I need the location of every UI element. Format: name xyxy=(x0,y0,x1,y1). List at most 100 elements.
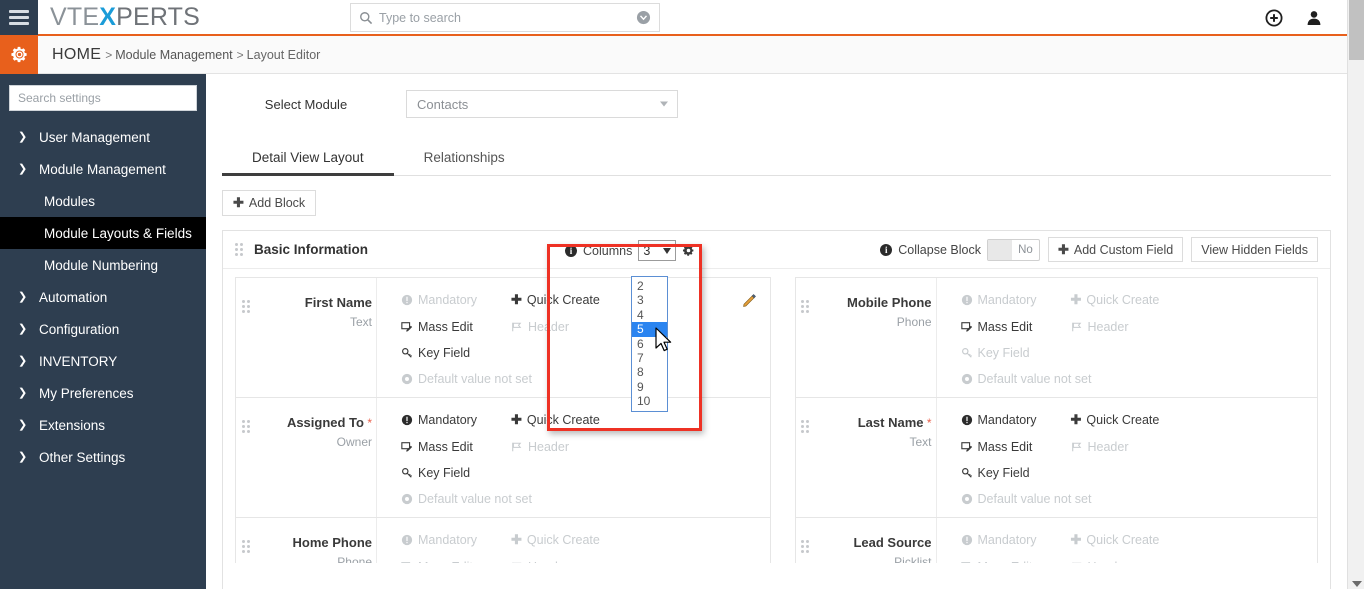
scroll-down-arrow-icon[interactable] xyxy=(1352,581,1362,587)
breadcrumb-home[interactable]: HOME xyxy=(52,46,101,64)
option-quick-create[interactable]: ✚ Quick Create xyxy=(511,412,770,428)
option-label: Default value not set xyxy=(977,372,1092,386)
sidebar-item-module-numbering[interactable]: Module Numbering xyxy=(0,249,206,281)
option-label: Key Field xyxy=(418,346,471,360)
field-drag-handle[interactable] xyxy=(236,278,266,397)
option-header[interactable]: Header xyxy=(511,560,770,563)
option-label: Mandatory xyxy=(418,293,478,307)
field-cell: Assigned To * Owner Mandatory ✚ Quick Cr… xyxy=(235,397,777,517)
global-search[interactable] xyxy=(350,3,660,32)
field-row-first-name: First Name Text Mandatory ✚ Quick Create xyxy=(235,277,771,397)
option-quick-create[interactable]: ✚ Quick Create xyxy=(1071,412,1318,428)
search-input[interactable] xyxy=(379,10,636,25)
chevron-right-icon: ❯ xyxy=(18,418,28,431)
columns-option-8[interactable]: 8 xyxy=(632,365,667,379)
option-default-value[interactable]: Default value not set xyxy=(401,372,770,386)
option-quick-create[interactable]: ✚ Quick Create xyxy=(1071,532,1318,548)
option-mandatory[interactable]: Mandatory xyxy=(961,412,1071,428)
columns-option-2[interactable]: 2 xyxy=(632,279,667,293)
option-quick-create[interactable]: ✚ Quick Create xyxy=(1071,292,1318,308)
option-default-value[interactable]: Default value not set xyxy=(961,372,1318,386)
columns-option-5[interactable]: 5 xyxy=(632,322,667,337)
settings-button[interactable] xyxy=(0,35,38,74)
option-mass-edit[interactable]: Mass Edit xyxy=(401,560,511,563)
columns-dropdown-list[interactable]: 2 3 4 5 6 7 8 9 10 xyxy=(631,276,668,412)
option-key-field[interactable]: Key Field xyxy=(961,346,1318,360)
tab-label: Relationships xyxy=(423,150,505,165)
field-drag-handle[interactable] xyxy=(796,398,826,517)
breadcrumb-separator: > xyxy=(236,47,244,62)
drag-handle-icon xyxy=(241,420,251,433)
sidebar-search-input[interactable] xyxy=(9,85,197,111)
field-drag-handle[interactable] xyxy=(796,278,826,397)
search-dropdown-icon[interactable] xyxy=(636,10,651,25)
field-drag-handle[interactable] xyxy=(236,518,266,563)
scrollbar-thumb[interactable] xyxy=(1349,0,1364,60)
sidebar-item-extensions[interactable]: ❯ Extensions xyxy=(0,409,206,441)
sidebar-item-inventory[interactable]: ❯ INVENTORY xyxy=(0,345,206,377)
sidebar-item-module-layouts-fields[interactable]: Module Layouts & Fields xyxy=(0,217,206,249)
columns-option-6[interactable]: 6 xyxy=(632,337,667,351)
option-key-field[interactable]: Key Field xyxy=(401,346,770,360)
columns-option-3[interactable]: 3 xyxy=(632,293,667,307)
option-mass-edit[interactable]: Mass Edit xyxy=(960,560,1071,563)
edit-pencil-icon[interactable] xyxy=(742,292,758,308)
option-header[interactable]: Header xyxy=(511,440,770,454)
field-drag-handle[interactable] xyxy=(796,518,826,563)
chevron-right-icon: ❯ xyxy=(18,322,28,335)
plus-circle-icon[interactable] xyxy=(1265,9,1283,27)
option-default-value[interactable]: Default value not set xyxy=(401,492,770,506)
module-select[interactable]: Contacts xyxy=(406,90,678,118)
option-header[interactable]: Header xyxy=(1071,440,1318,454)
user-icon[interactable] xyxy=(1305,9,1323,27)
option-mandatory[interactable]: Mandatory xyxy=(401,412,511,428)
option-mandatory[interactable]: Mandatory xyxy=(961,292,1071,308)
option-mass-edit[interactable]: Mass Edit xyxy=(960,440,1071,454)
chevron-down-icon: ❯ xyxy=(18,162,28,175)
option-quick-create[interactable]: ✚ Quick Create xyxy=(511,532,770,548)
option-mass-edit[interactable]: Mass Edit xyxy=(401,320,511,334)
sidebar-item-my-preferences[interactable]: ❯ My Preferences xyxy=(0,377,206,409)
menu-toggle-button[interactable] xyxy=(0,0,38,35)
field-drag-handle[interactable] xyxy=(236,398,266,517)
sidebar-item-module-management[interactable]: ❯ Module Management xyxy=(0,153,206,185)
columns-select[interactable]: 3 xyxy=(638,240,677,261)
collapse-block-toggle[interactable]: No xyxy=(986,238,1040,261)
option-header[interactable]: Header xyxy=(1071,560,1318,563)
drag-handle-icon[interactable] xyxy=(235,243,244,256)
option-mass-edit[interactable]: Mass Edit xyxy=(960,320,1071,334)
sidebar: ❯ User Management ❯ Module Management Mo… xyxy=(0,74,206,589)
sidebar-item-other-settings[interactable]: ❯ Other Settings xyxy=(0,441,206,473)
tab-relationships[interactable]: Relationships xyxy=(394,150,535,175)
option-key-field[interactable]: Key Field xyxy=(961,466,1318,480)
view-hidden-fields-button[interactable]: View Hidden Fields xyxy=(1191,237,1318,262)
sidebar-item-automation[interactable]: ❯ Automation xyxy=(0,281,206,313)
option-default-value[interactable]: Default value not set xyxy=(961,492,1318,506)
option-mandatory[interactable]: Mandatory xyxy=(401,292,511,308)
option-mandatory[interactable]: Mandatory xyxy=(961,532,1071,548)
mass-edit-icon xyxy=(401,562,411,563)
option-key-field[interactable]: Key Field xyxy=(401,466,770,480)
add-custom-field-label: Add Custom Field xyxy=(1073,242,1174,257)
tab-detail-view-layout[interactable]: Detail View Layout xyxy=(222,150,394,176)
columns-option-9[interactable]: 9 xyxy=(632,380,667,394)
sidebar-item-configuration[interactable]: ❯ Configuration xyxy=(0,313,206,345)
chevron-right-icon: ❯ xyxy=(18,354,28,367)
option-header[interactable]: Header xyxy=(1071,320,1318,334)
columns-option-10[interactable]: 10 xyxy=(632,394,667,408)
option-mass-edit[interactable]: Mass Edit xyxy=(401,440,511,454)
add-custom-field-button[interactable]: ✚ Add Custom Field xyxy=(1047,237,1184,262)
columns-option-7[interactable]: 7 xyxy=(632,351,667,365)
breadcrumb-module-management[interactable]: Module Management xyxy=(115,48,232,62)
option-label: Key Field xyxy=(977,346,1030,360)
columns-option-4[interactable]: 4 xyxy=(632,308,667,322)
sidebar-item-modules[interactable]: Modules xyxy=(0,185,206,217)
add-block-button[interactable]: ✚ Add Block xyxy=(222,190,317,216)
option-mandatory[interactable]: Mandatory xyxy=(401,532,511,548)
sidebar-item-user-management[interactable]: ❯ User Management xyxy=(0,121,206,153)
gear-icon[interactable] xyxy=(682,244,695,257)
default-value-icon xyxy=(961,493,972,505)
page-scrollbar[interactable] xyxy=(1347,0,1364,589)
plus-icon: ✚ xyxy=(1070,292,1082,307)
info-icon xyxy=(961,534,972,546)
